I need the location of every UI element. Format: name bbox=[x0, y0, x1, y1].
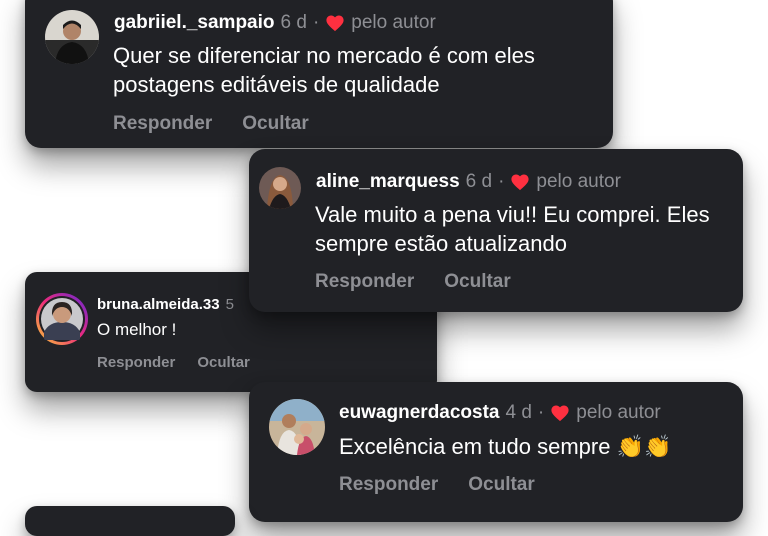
separator: · bbox=[537, 402, 545, 423]
comment-actions: Responder Ocultar bbox=[113, 113, 309, 135]
comment-text: Quer se diferenciar no mercado é com ele… bbox=[113, 43, 535, 97]
comment-text: O melhor ! bbox=[97, 320, 177, 339]
author-liked-label: pelo autor bbox=[576, 402, 661, 423]
reply-button[interactable]: Responder bbox=[113, 113, 212, 134]
hide-button[interactable]: Ocultar bbox=[242, 113, 309, 134]
avatar[interactable] bbox=[45, 10, 99, 64]
avatar-photo bbox=[36, 293, 88, 345]
comment-actions: Responder Ocultar bbox=[339, 474, 535, 496]
avatar-photo bbox=[259, 167, 301, 209]
username[interactable]: gabriiel._sampaio bbox=[114, 12, 275, 34]
separator: · bbox=[312, 12, 320, 33]
comment-card: gabriiel._sampaio 6 d · pelo autor Quer … bbox=[25, 0, 613, 148]
reply-button[interactable]: Responder bbox=[97, 354, 175, 371]
username[interactable]: euwagnerdacosta bbox=[339, 402, 500, 424]
comment-header: aline_marquess 6 d · pelo autor bbox=[316, 171, 621, 193]
heart-icon bbox=[326, 15, 344, 32]
comment-card: aline_marquess 6 d · pelo autor Vale mui… bbox=[249, 149, 743, 312]
heart-icon bbox=[511, 174, 529, 191]
comment-card-partial bbox=[25, 506, 235, 536]
comment-age: 4 d bbox=[505, 402, 532, 423]
comment-text: Vale muito a pena viu!! Eu comprei. Eles… bbox=[315, 202, 710, 256]
separator: · bbox=[498, 171, 505, 192]
reply-button[interactable]: Responder bbox=[315, 271, 414, 292]
comment-card: euwagnerdacosta 4 d · pelo autor Excelên… bbox=[249, 382, 743, 522]
author-liked-label: pelo autor bbox=[536, 171, 621, 192]
comment-header: bruna.almeida.33 5 bbox=[97, 296, 234, 313]
avatar[interactable] bbox=[269, 399, 325, 455]
avatar-photo bbox=[45, 10, 99, 64]
hide-button[interactable]: Ocultar bbox=[197, 354, 250, 371]
heart-icon bbox=[551, 405, 569, 422]
comment-actions: Responder Ocultar bbox=[97, 354, 250, 371]
comment-age: 6 d bbox=[280, 12, 307, 33]
comment-age: 6 d bbox=[465, 171, 493, 192]
avatar[interactable] bbox=[35, 292, 89, 346]
avatar-photo bbox=[269, 399, 325, 455]
reply-button[interactable]: Responder bbox=[339, 474, 438, 495]
avatar[interactable] bbox=[259, 167, 301, 209]
comment-header: euwagnerdacosta 4 d · pelo autor bbox=[339, 402, 661, 424]
username[interactable]: bruna.almeida.33 bbox=[97, 296, 220, 313]
author-liked-label: pelo autor bbox=[351, 12, 436, 33]
comment-header: gabriiel._sampaio 6 d · pelo autor bbox=[114, 12, 436, 34]
hide-button[interactable]: Ocultar bbox=[468, 474, 535, 495]
comment-text: Excelência em tudo sempre 👏👏 bbox=[339, 434, 672, 459]
comment-actions: Responder Ocultar bbox=[315, 271, 511, 293]
username[interactable]: aline_marquess bbox=[316, 171, 460, 193]
hide-button[interactable]: Ocultar bbox=[444, 271, 511, 292]
comment-age: 5 bbox=[225, 296, 234, 313]
